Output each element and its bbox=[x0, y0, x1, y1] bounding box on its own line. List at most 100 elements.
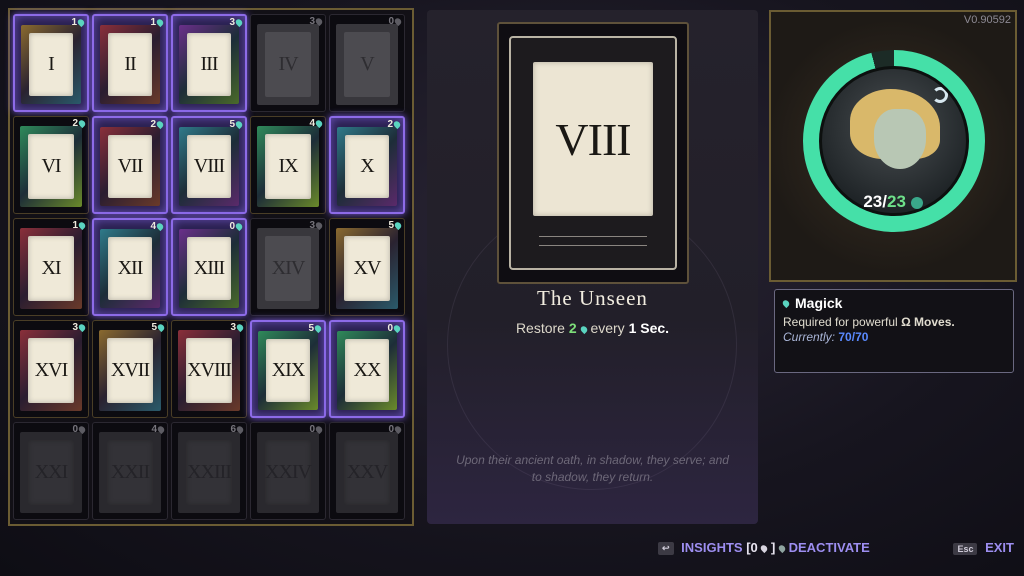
effect-value: 2 bbox=[568, 320, 577, 336]
card-frame: XXII bbox=[99, 432, 161, 513]
card-cost-value: 3 bbox=[229, 17, 235, 28]
card-cost: 0 bbox=[72, 424, 87, 435]
arcana-card-14[interactable]: XIV 3 bbox=[250, 218, 326, 316]
card-cost: 5 bbox=[151, 322, 166, 333]
card-cost-value: 0 bbox=[229, 221, 235, 232]
grasp-gem-icon bbox=[156, 424, 166, 435]
arcana-card-2[interactable]: II 1 bbox=[92, 14, 168, 112]
omega-symbol: Ω bbox=[901, 315, 911, 329]
grasp-gem-icon bbox=[393, 424, 403, 435]
flavor-text: Upon their ancient oath, in shadow, they… bbox=[441, 452, 744, 486]
arcana-card-6[interactable]: VI 2 bbox=[13, 116, 89, 214]
current-value: 70 bbox=[838, 330, 852, 344]
card-cost: 1 bbox=[71, 17, 86, 28]
card-cost: 1 bbox=[72, 220, 87, 231]
arcana-card-3[interactable]: III 3 bbox=[171, 14, 247, 112]
card-frame: XX bbox=[337, 331, 397, 410]
grasp-gem-icon bbox=[234, 17, 244, 28]
arcana-card-4[interactable]: IV 3 bbox=[250, 14, 326, 112]
arcana-card-21[interactable]: XXI 0 bbox=[13, 422, 89, 520]
current-max: 70 bbox=[855, 330, 869, 344]
card-numeral: XXIII bbox=[186, 440, 232, 505]
arcana-card-10[interactable]: X2 bbox=[329, 116, 405, 214]
arcana-card-1[interactable]: I1 bbox=[13, 14, 89, 112]
card-frame: IV bbox=[257, 24, 319, 105]
arcana-card-12[interactable]: XII 4 bbox=[92, 218, 168, 316]
card-cost: 3 bbox=[230, 322, 245, 333]
card-frame: XVIII bbox=[178, 330, 240, 411]
grasp-gem-icon bbox=[235, 322, 245, 333]
card-cost-value: 1 bbox=[150, 17, 156, 28]
grasp-gem-icon bbox=[314, 424, 324, 435]
arcana-card-25[interactable]: XXV 0 bbox=[329, 422, 405, 520]
arcana-card-5[interactable]: V0 bbox=[329, 14, 405, 112]
tooltip-description: Required for powerful Ω Moves. bbox=[783, 315, 1005, 329]
deactivate-button[interactable]: DEACTIVATE bbox=[789, 540, 870, 555]
card-numeral: V bbox=[344, 32, 390, 97]
card-frame: XXIII bbox=[178, 432, 240, 513]
cloud-icon bbox=[759, 543, 769, 554]
tooltip-title: Magick bbox=[795, 295, 843, 311]
arcana-card-13[interactable]: XIII 0 bbox=[171, 218, 247, 316]
card-frame: X bbox=[337, 127, 397, 206]
grasp-gem-icon bbox=[155, 119, 165, 130]
card-frame: VI bbox=[20, 126, 82, 207]
health-max: 23 bbox=[887, 192, 906, 211]
insights-button[interactable]: ↩ INSIGHTS [0 ] DEACTIVATE bbox=[658, 540, 870, 556]
card-frame: I bbox=[21, 25, 81, 104]
arcana-card-15[interactable]: XV 5 bbox=[329, 218, 405, 316]
esc-key-icon: Esc bbox=[953, 542, 978, 555]
card-cost: 2 bbox=[150, 119, 165, 130]
deactivate-icon bbox=[777, 543, 787, 554]
tooltip-current: Currently: 70/70 bbox=[783, 330, 869, 344]
health-current: 23 bbox=[863, 192, 883, 211]
card-cost-value: 2 bbox=[72, 118, 78, 129]
arcana-card-8[interactable]: VIII 5 bbox=[171, 116, 247, 214]
arcana-card-20[interactable]: XX 0 bbox=[329, 320, 405, 418]
card-cost-value: 0 bbox=[388, 16, 394, 27]
card-numeral: IX bbox=[265, 134, 311, 199]
card-cost: 0 bbox=[388, 16, 403, 27]
arcana-card-24[interactable]: XXIV 0 bbox=[250, 422, 326, 520]
grasp-gem-icon bbox=[235, 424, 245, 435]
arcana-card-18[interactable]: XVIII 3 bbox=[171, 320, 247, 418]
card-numeral: X bbox=[345, 135, 389, 198]
card-frame: IX bbox=[257, 126, 319, 207]
card-numeral: XII bbox=[108, 237, 152, 300]
card-numeral: XXV bbox=[344, 440, 390, 505]
exit-button[interactable]: Esc EXIT bbox=[953, 540, 1014, 555]
arcana-card-17[interactable]: XVII 5 bbox=[92, 320, 168, 418]
grasp-gem-icon bbox=[393, 16, 403, 27]
insights-close: ] bbox=[771, 540, 776, 555]
arcana-card-16[interactable]: XVI 3 bbox=[13, 320, 89, 418]
card-inner-frame: VIII bbox=[509, 36, 677, 270]
magick-gem-icon bbox=[781, 298, 791, 308]
card-numeral: XVIII bbox=[186, 338, 232, 403]
arcana-card-11[interactable]: XI 1 bbox=[13, 218, 89, 316]
selected-card-art: VIII bbox=[497, 22, 689, 284]
version-label: V0.90592 bbox=[963, 14, 1011, 26]
arcana-card-22[interactable]: XXII 4 bbox=[92, 422, 168, 520]
arcana-card-19[interactable]: XIX 5 bbox=[250, 320, 326, 418]
magick-gem-icon bbox=[578, 324, 589, 335]
card-cost-value: 3 bbox=[230, 322, 236, 333]
card-numeral: XVII bbox=[107, 338, 153, 403]
grasp-gem-icon bbox=[155, 17, 165, 28]
card-cost-value: 3 bbox=[309, 220, 315, 231]
card-cost-value: 3 bbox=[72, 322, 78, 333]
arcana-card-7[interactable]: VII 2 bbox=[92, 116, 168, 214]
card-script-band bbox=[539, 236, 647, 246]
grasp-gem-icon bbox=[234, 119, 244, 130]
card-frame: XVII bbox=[99, 330, 161, 411]
arcana-card-9[interactable]: IX 4 bbox=[250, 116, 326, 214]
card-cost: 3 bbox=[309, 220, 324, 231]
card-cost: 2 bbox=[72, 118, 87, 129]
grasp-gem-icon bbox=[392, 323, 402, 334]
grasp-gem-icon bbox=[77, 322, 87, 333]
moon-crown-icon bbox=[932, 87, 948, 103]
arcana-card-23[interactable]: XXIII 6 bbox=[171, 422, 247, 520]
grasp-gem-icon bbox=[76, 17, 86, 28]
health-gem-icon bbox=[910, 196, 923, 209]
card-numeral: XVI bbox=[28, 338, 74, 403]
card-cost-value: 4 bbox=[309, 118, 315, 129]
